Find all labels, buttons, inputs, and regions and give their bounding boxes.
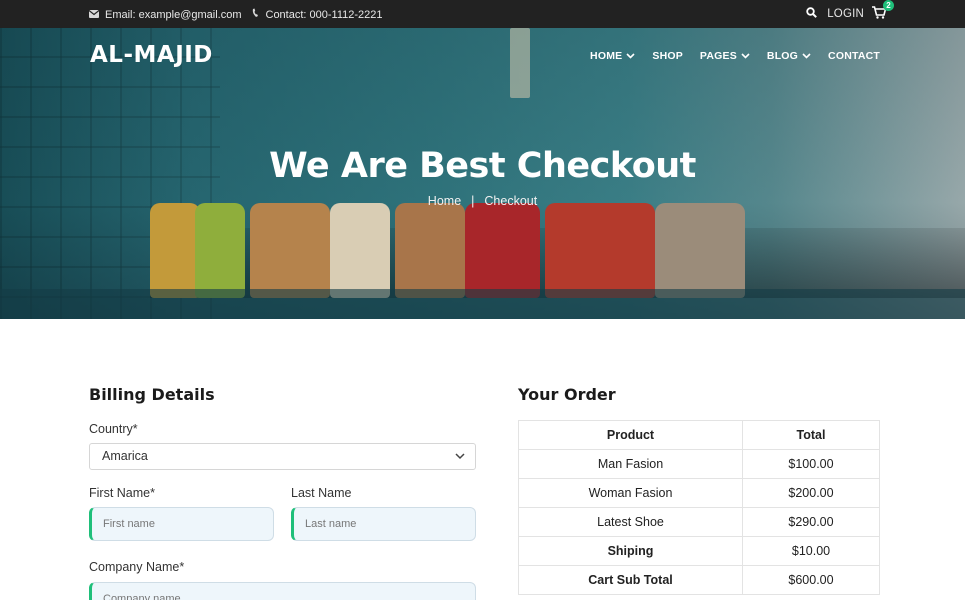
hero-banner: AL-MAJID HOME SHOP PAGES BLOG CONTACT We…	[0, 28, 965, 319]
hero-ginger-decoration	[330, 203, 390, 298]
column-header-product: Product	[518, 420, 743, 450]
table-row: Man Fasion $100.00	[518, 449, 880, 479]
total-cell: $100.00	[742, 449, 880, 479]
subtotal-total-cell: $600.00	[742, 565, 880, 595]
company-name-input[interactable]: Company name	[89, 582, 476, 600]
nav-item-home[interactable]: HOME	[590, 50, 635, 62]
product-cell: Man Fasion	[518, 449, 743, 479]
envelope-icon	[88, 9, 105, 21]
cart-button[interactable]: 2	[872, 0, 894, 22]
nav-item-label: HOME	[590, 50, 623, 62]
table-header-row: Product Total	[518, 420, 880, 450]
shipping-label-cell: Shiping	[518, 536, 743, 566]
product-cell: Woman Fasion	[518, 478, 743, 508]
hero-jars-decoration	[655, 203, 745, 298]
table-row: Shiping $10.00	[518, 536, 880, 566]
hero-bottom-strip	[0, 289, 965, 319]
nav-item-blog[interactable]: BLOG	[767, 50, 811, 62]
hero-bread-decoration	[250, 203, 330, 298]
shipping-total-cell: $10.00	[742, 536, 880, 566]
phone-text[interactable]: Contact: 000-1112-2221	[266, 9, 383, 21]
company-name-label: Company Name*	[89, 560, 185, 574]
login-link[interactable]: LOGIN	[827, 8, 864, 20]
table-row: Cart Sub Total $600.00	[518, 565, 880, 595]
chevron-down-icon	[455, 453, 465, 460]
order-table: Product Total Man Fasion $100.00 Woman F…	[518, 420, 880, 595]
cart-icon	[872, 6, 887, 22]
last-name-label: Last Name	[291, 486, 352, 500]
billing-title: Billing Details	[89, 385, 215, 404]
column-header-total: Total	[742, 420, 880, 450]
country-select[interactable]: Amarica	[89, 443, 476, 470]
nav-item-label: CONTACT	[828, 50, 880, 62]
top-actions: LOGIN 2	[806, 0, 894, 22]
search-icon[interactable]	[806, 7, 818, 21]
top-contact: Email: example@gmail.com Contact: 000-11…	[88, 8, 393, 21]
breadcrumb-current: Checkout	[484, 194, 538, 208]
last-name-input[interactable]: Last name	[291, 507, 476, 541]
total-cell: $290.00	[742, 507, 880, 537]
hero-apples-decoration	[465, 203, 540, 298]
hero-potato-decoration	[395, 203, 465, 298]
hero-limes-decoration	[195, 203, 245, 298]
table-row: Latest Shoe $290.00	[518, 507, 880, 537]
main-nav: HOME SHOP PAGES BLOG CONTACT	[573, 50, 880, 62]
nav-item-label: PAGES	[699, 50, 737, 62]
cart-count-badge: 2	[883, 0, 894, 11]
product-cell: Latest Shoe	[518, 507, 743, 537]
breadcrumb: Home | Checkout	[0, 194, 965, 208]
chevron-down-icon	[626, 53, 635, 59]
hero-tomatoes-decoration	[545, 203, 655, 298]
nav-item-pages[interactable]: PAGES	[700, 50, 750, 62]
table-row: Woman Fasion $200.00	[518, 478, 880, 508]
nav-item-shop[interactable]: SHOP	[652, 50, 683, 62]
email-info: Email: example@gmail.com	[88, 9, 242, 21]
country-value: Amarica	[102, 449, 148, 463]
chevron-down-icon	[741, 53, 750, 59]
country-label: Country*	[89, 422, 138, 436]
total-cell: $200.00	[742, 478, 880, 508]
phone-info: Contact: 000-1112-2221	[252, 8, 383, 21]
first-name-input[interactable]: First name	[89, 507, 274, 541]
nav-item-contact[interactable]: CONTACT	[828, 50, 880, 62]
hero-lamp-decoration	[510, 28, 530, 98]
chevron-down-icon	[802, 53, 811, 59]
breadcrumb-separator: |	[471, 194, 475, 208]
subtotal-label-cell: Cart Sub Total	[518, 565, 743, 595]
phone-icon	[252, 8, 266, 21]
site-logo[interactable]: AL-MAJID	[90, 42, 213, 68]
nav-item-label: BLOG	[766, 50, 799, 62]
breadcrumb-home-link[interactable]: Home	[428, 194, 461, 208]
top-bar: Email: example@gmail.com Contact: 000-11…	[0, 0, 965, 28]
email-text[interactable]: Email: example@gmail.com	[105, 9, 242, 21]
page-title: We Are Best Checkout	[269, 146, 696, 186]
first-name-label: First Name*	[89, 486, 155, 500]
hero-pineapple-decoration	[150, 203, 200, 298]
order-title: Your Order	[518, 385, 616, 404]
nav-item-label: SHOP	[652, 50, 683, 62]
